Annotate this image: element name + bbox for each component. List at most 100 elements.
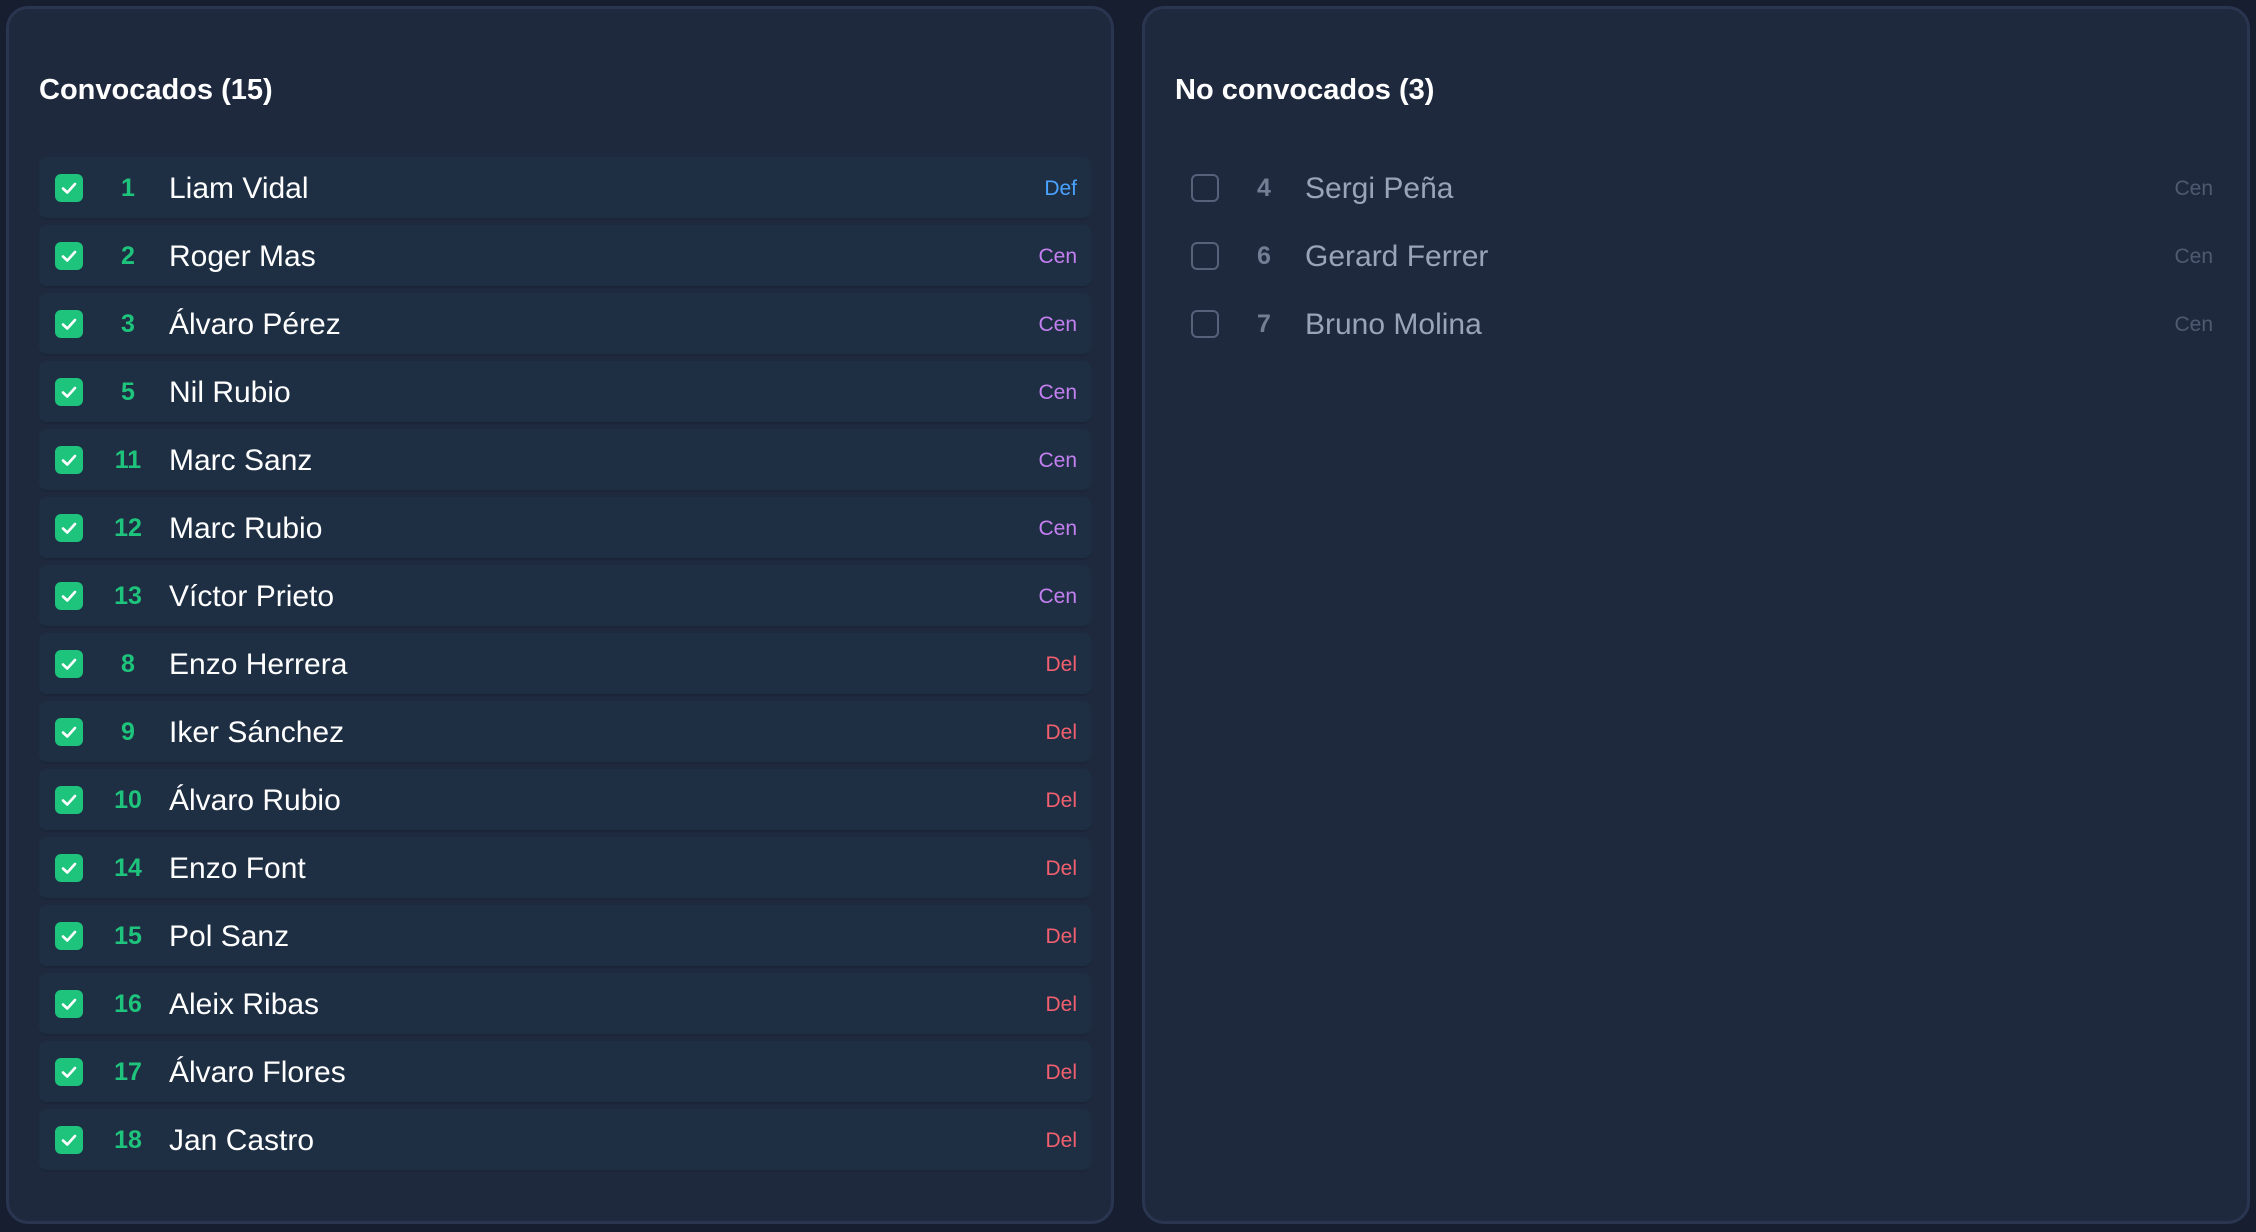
called-up-title: Convocados (15) <box>39 74 273 106</box>
player-row[interactable]: 7 Bruno Molina Cen <box>1175 293 2227 356</box>
player-position: Cen <box>1038 245 1077 268</box>
player-row[interactable]: 6 Gerard Ferrer Cen <box>1175 225 2227 288</box>
player-checkbox[interactable] <box>55 582 83 610</box>
check-icon <box>61 386 77 398</box>
player-position: Cen <box>1038 449 1077 472</box>
check-icon <box>61 930 77 942</box>
player-checkbox[interactable] <box>55 378 83 406</box>
check-icon <box>61 658 77 670</box>
player-name: Roger Mas <box>169 240 316 273</box>
player-number: 17 <box>114 1058 142 1086</box>
player-name: Liam Vidal <box>169 172 309 205</box>
player-checkbox[interactable] <box>55 786 83 814</box>
player-position: Del <box>1045 993 1077 1016</box>
check-icon <box>61 726 77 738</box>
called-up-list: 1 Liam Vidal Def 2 Roger Mas Cen 3 Álvar… <box>39 157 1091 1177</box>
not-called-up-list: 4 Sergi Peña Cen 6 Gerard Ferrer Cen 7 B… <box>1175 157 2227 361</box>
check-icon <box>61 862 77 874</box>
check-icon <box>61 318 77 330</box>
player-number: 4 <box>1257 174 1271 202</box>
check-icon <box>61 1134 77 1146</box>
player-number: 8 <box>121 650 135 678</box>
check-icon <box>61 998 77 1010</box>
player-checkbox[interactable] <box>55 446 83 474</box>
player-position: Cen <box>2174 245 2213 268</box>
player-row[interactable]: 11 Marc Sanz Cen <box>39 429 1091 492</box>
player-number: 11 <box>114 446 142 474</box>
player-checkbox[interactable] <box>55 718 83 746</box>
player-checkbox[interactable] <box>55 650 83 678</box>
player-name: Iker Sánchez <box>169 716 345 749</box>
check-icon <box>61 250 77 262</box>
player-row[interactable]: 2 Roger Mas Cen <box>39 225 1091 288</box>
player-position: Def <box>1044 177 1077 200</box>
player-checkbox[interactable] <box>55 1126 83 1154</box>
player-number: 3 <box>121 310 135 338</box>
player-row[interactable]: 3 Álvaro Pérez Cen <box>39 293 1091 356</box>
player-name: Bruno Molina <box>1305 308 1482 341</box>
player-number: 13 <box>114 582 142 610</box>
player-row[interactable]: 12 Marc Rubio Cen <box>39 497 1091 560</box>
player-name: Marc Rubio <box>169 512 323 545</box>
player-number: 10 <box>114 786 142 814</box>
check-icon <box>61 454 77 466</box>
player-position: Cen <box>1038 313 1077 336</box>
player-row[interactable]: 1 Liam Vidal Def <box>39 157 1091 220</box>
player-row[interactable]: 14 Enzo Font Del <box>39 837 1091 900</box>
player-name: Álvaro Flores <box>169 1056 346 1089</box>
player-checkbox[interactable] <box>55 854 83 882</box>
player-number: 7 <box>1257 310 1271 338</box>
player-checkbox[interactable] <box>1191 242 1219 270</box>
player-row[interactable]: 5 Nil Rubio Cen <box>39 361 1091 424</box>
player-position: Del <box>1045 1061 1077 1084</box>
player-position: Del <box>1045 857 1077 880</box>
player-number: 9 <box>121 718 135 746</box>
player-checkbox[interactable] <box>55 922 83 950</box>
player-checkbox[interactable] <box>55 1058 83 1086</box>
player-number: 15 <box>114 922 142 950</box>
player-position: Del <box>1045 721 1077 744</box>
player-position: Del <box>1045 1129 1077 1152</box>
player-checkbox[interactable] <box>55 990 83 1018</box>
player-position: Del <box>1045 925 1077 948</box>
player-number: 16 <box>114 990 142 1018</box>
player-checkbox[interactable] <box>1191 310 1219 338</box>
player-name: Enzo Herrera <box>169 648 348 681</box>
player-checkbox[interactable] <box>55 310 83 338</box>
player-row[interactable]: 16 Aleix Ribas Del <box>39 973 1091 1036</box>
player-row[interactable]: 13 Víctor Prieto Cen <box>39 565 1091 628</box>
player-row[interactable]: 10 Álvaro Rubio Del <box>39 769 1091 832</box>
player-position: Del <box>1045 789 1077 812</box>
check-icon <box>61 1066 77 1078</box>
player-row[interactable]: 4 Sergi Peña Cen <box>1175 157 2227 220</box>
check-icon <box>61 522 77 534</box>
player-number: 12 <box>114 514 142 542</box>
player-row[interactable]: 9 Iker Sánchez Del <box>39 701 1091 764</box>
player-name: Pol Sanz <box>169 920 290 953</box>
player-name: Víctor Prieto <box>169 580 335 613</box>
squad-selection-page: Convocados (15) 1 Liam Vidal Def 2 Roger… <box>0 0 2256 1232</box>
player-checkbox[interactable] <box>55 174 83 202</box>
player-row[interactable]: 15 Pol Sanz Del <box>39 905 1091 968</box>
player-row[interactable]: 8 Enzo Herrera Del <box>39 633 1091 696</box>
player-number: 14 <box>114 854 142 882</box>
player-number: 5 <box>121 378 135 406</box>
check-icon <box>61 182 77 194</box>
player-number: 18 <box>114 1126 142 1154</box>
called-up-panel: Convocados (15) 1 Liam Vidal Def 2 Roger… <box>6 6 1114 1224</box>
player-row[interactable]: 17 Álvaro Flores Del <box>39 1041 1091 1104</box>
check-icon <box>61 794 77 806</box>
player-position: Cen <box>2174 313 2213 336</box>
check-icon <box>61 590 77 602</box>
player-name: Gerard Ferrer <box>1305 240 1489 273</box>
player-name: Álvaro Rubio <box>169 784 341 817</box>
player-checkbox[interactable] <box>55 514 83 542</box>
player-name: Aleix Ribas <box>169 988 320 1021</box>
player-row[interactable]: 18 Jan Castro Del <box>39 1109 1091 1172</box>
not-called-up-panel: No convocados (3) 4 Sergi Peña Cen 6 Ger… <box>1142 6 2250 1224</box>
player-position: Cen <box>2174 177 2213 200</box>
player-checkbox[interactable] <box>55 242 83 270</box>
player-position: Del <box>1045 653 1077 676</box>
player-checkbox[interactable] <box>1191 174 1219 202</box>
player-name: Jan Castro <box>169 1124 315 1157</box>
